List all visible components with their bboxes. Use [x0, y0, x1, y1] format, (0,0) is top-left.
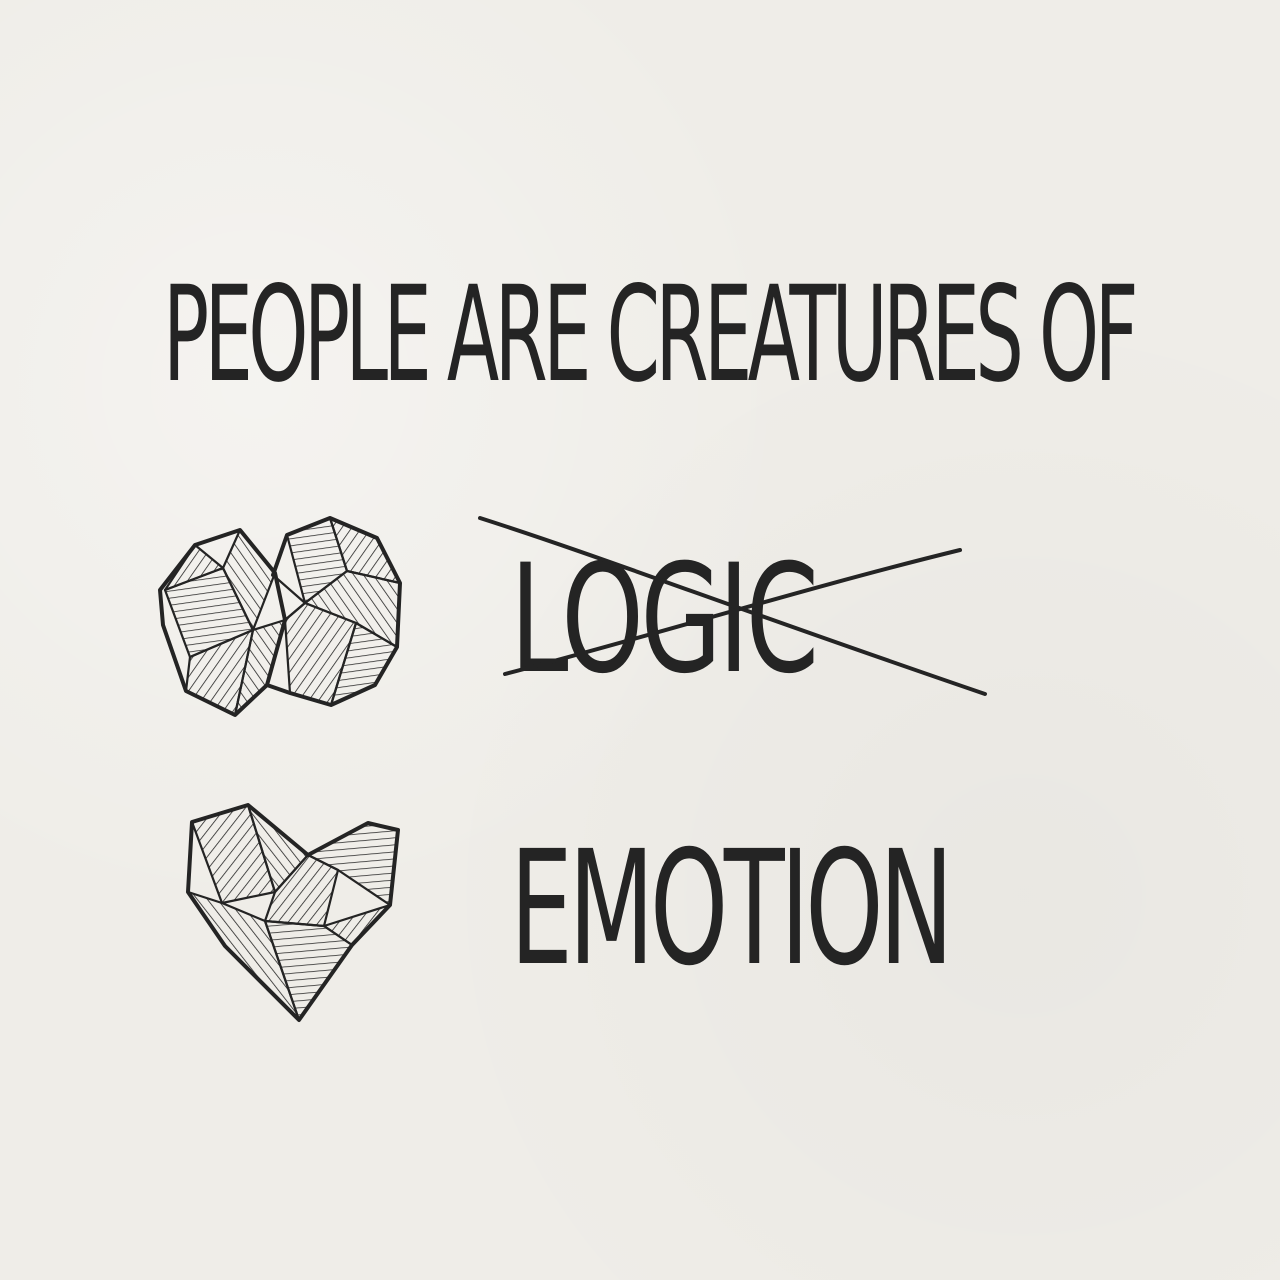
strike-through-lines [475, 510, 1000, 700]
emotion-word: EMOTION [510, 817, 954, 1001]
headline: PEOPLE ARE CREATURES OF [163, 258, 1139, 412]
brain-icon [155, 515, 410, 720]
heart-icon [180, 800, 410, 1025]
